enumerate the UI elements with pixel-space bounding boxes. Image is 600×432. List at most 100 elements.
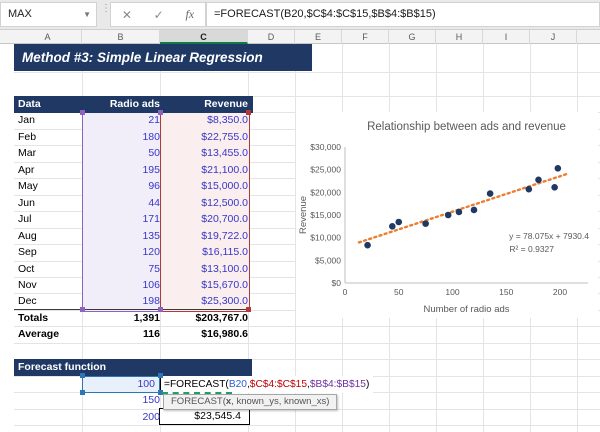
insert-function-icon[interactable]: fx xyxy=(185,7,194,22)
enter-icon[interactable]: ✓ xyxy=(154,8,164,22)
table-cell-month[interactable]: Aug xyxy=(14,228,86,244)
table-cell-radio-ads[interactable]: 171 xyxy=(82,211,165,227)
column-header-G[interactable]: G xyxy=(389,30,436,44)
forecast-section-header[interactable]: Forecast function xyxy=(14,359,252,375)
column-header-A[interactable]: A xyxy=(14,30,82,44)
table-header-radio-ads[interactable]: Radio ads xyxy=(82,96,165,113)
spreadsheet-grid[interactable]: Method #3: Simple Linear Regression Data… xyxy=(0,44,600,432)
range-handle[interactable] xyxy=(158,373,163,378)
table-cell-revenue[interactable]: $13,455.0 xyxy=(160,145,253,161)
column-header-I[interactable]: I xyxy=(483,30,530,44)
forecast-result-cell[interactable]: $23,545.4 xyxy=(159,408,251,426)
column-header-F[interactable]: F xyxy=(342,30,389,44)
data-point xyxy=(395,219,402,226)
column-header-E[interactable]: E xyxy=(295,30,342,44)
range-handle[interactable] xyxy=(80,373,85,378)
table-cell-revenue[interactable]: $21,100.0 xyxy=(160,162,253,178)
table-cell-month[interactable]: Oct xyxy=(14,261,86,277)
data-point xyxy=(535,177,542,184)
data-point xyxy=(555,165,562,172)
range-handle[interactable] xyxy=(80,307,85,312)
range-handle[interactable] xyxy=(80,110,85,115)
range-handle[interactable] xyxy=(80,390,85,395)
table-cell-revenue[interactable]: $8,350.0 xyxy=(160,112,253,128)
function-tooltip: FORECAST(x, known_ys, known_xs) xyxy=(163,394,337,410)
table-cell-radio-ads[interactable]: 21 xyxy=(82,112,165,128)
name-box[interactable]: MAX ▼ xyxy=(0,2,97,27)
table-cell-month[interactable]: Nov xyxy=(14,277,86,293)
column-header-B[interactable]: B xyxy=(82,30,160,44)
table-cell-radio-ads[interactable]: 135 xyxy=(82,228,165,244)
range-handle[interactable] xyxy=(246,110,251,115)
forecast-input-cell-b20[interactable]: 100 xyxy=(82,376,160,393)
table-cell-month[interactable]: Jan xyxy=(14,112,86,128)
table-cell-revenue[interactable]: $12,500.0 xyxy=(160,195,253,211)
table-cell-month[interactable]: Jun xyxy=(14,195,86,211)
table-cell-month[interactable]: May xyxy=(14,178,86,194)
x-axis-title: Number of radio ads xyxy=(423,304,509,315)
table-cell-month[interactable]: Sep xyxy=(14,244,86,260)
table-cell-revenue[interactable]: $15,000.0 xyxy=(160,178,253,194)
x-tick-label: 200 xyxy=(553,287,567,297)
column-header-H[interactable]: H xyxy=(436,30,483,44)
table-cell-revenue[interactable]: $20,700.0 xyxy=(160,211,253,227)
column-header-J[interactable]: J xyxy=(530,30,577,44)
average-label[interactable]: Average xyxy=(14,326,86,342)
column-header-C[interactable]: C xyxy=(160,30,248,44)
formula-part: B20 xyxy=(229,379,247,390)
table-header-data[interactable]: Data xyxy=(14,96,86,113)
y-tick-label: $20,000 xyxy=(310,187,341,197)
data-point xyxy=(389,223,396,230)
x-tick-label: 100 xyxy=(445,287,459,297)
table-cell-radio-ads[interactable]: 75 xyxy=(82,261,165,277)
table-cell-month[interactable]: Dec xyxy=(14,293,86,309)
table-header-revenue[interactable]: Revenue xyxy=(160,96,253,113)
average-revenue[interactable]: $16,980.6 xyxy=(160,326,253,342)
table-cell-revenue[interactable]: $15,670.0 xyxy=(160,277,253,293)
table-cell-radio-ads[interactable]: 106 xyxy=(82,277,165,293)
average-radio-ads[interactable]: 116 xyxy=(82,326,165,342)
column-headers: ABCDEFGHIJ xyxy=(0,30,600,44)
table-cell-radio-ads[interactable]: 195 xyxy=(82,162,165,178)
tooltip-prefix: FORECAST( xyxy=(171,396,226,407)
table-cell-radio-ads[interactable]: 44 xyxy=(82,195,165,211)
x-tick-label: 150 xyxy=(499,287,513,297)
totals-radio-ads[interactable]: 1,391 xyxy=(82,310,165,326)
cancel-icon[interactable]: ✕ xyxy=(122,8,132,22)
data-point xyxy=(551,184,558,191)
x-tick-label: 0 xyxy=(343,287,348,297)
forecast-input-cell[interactable]: 200 xyxy=(82,409,165,425)
y-tick-label: $25,000 xyxy=(310,165,341,175)
formula-input[interactable]: =FORECAST(B20,$C$4:$C$15,$B$4:$B$15) xyxy=(206,2,600,27)
column-header-D[interactable]: D xyxy=(248,30,295,44)
data-point xyxy=(526,186,533,193)
table-cell-month[interactable]: Jul xyxy=(14,211,86,227)
sheet-title-cell[interactable]: Method #3: Simple Linear Regression xyxy=(14,44,312,71)
totals-revenue[interactable]: $203,767.0 xyxy=(160,310,253,326)
name-box-value: MAX xyxy=(8,8,32,20)
name-box-dropdown-icon[interactable]: ▼ xyxy=(83,3,91,26)
table-cell-month[interactable]: Feb xyxy=(14,129,86,145)
table-cell-radio-ads[interactable]: 120 xyxy=(82,244,165,260)
range-handle[interactable] xyxy=(158,110,163,115)
table-cell-revenue[interactable]: $22,755.0 xyxy=(160,129,253,145)
scatter-chart[interactable]: Relationship between ads and revenue$0$5… xyxy=(296,112,598,318)
table-cell-revenue[interactable]: $25,300.0 xyxy=(160,293,253,309)
table-cell-radio-ads[interactable]: 50 xyxy=(82,145,165,161)
table-cell-radio-ads[interactable]: 96 xyxy=(82,178,165,194)
table-cell-radio-ads[interactable]: 198 xyxy=(82,293,165,309)
forecast-input-cell[interactable]: 150 xyxy=(82,392,165,408)
table-cell-revenue[interactable]: $19,722.0 xyxy=(160,228,253,244)
table-cell-month[interactable]: Apr xyxy=(14,162,86,178)
active-formula-cell[interactable]: =FORECAST(B20,$C$4:$C$15,$B$4:$B$15) xyxy=(160,376,373,393)
table-cell-radio-ads[interactable]: 180 xyxy=(82,129,165,145)
table-cell-revenue[interactable]: $13,100.0 xyxy=(160,261,253,277)
range-handle[interactable] xyxy=(158,307,163,312)
table-cell-month[interactable]: Mar xyxy=(14,145,86,161)
totals-label[interactable]: Totals xyxy=(14,310,86,326)
formula-bar: MAX ▼ ⋮ ✕ ✓ fx =FORECAST(B20,$C$4:$C$15,… xyxy=(0,0,600,30)
table-cell-revenue[interactable]: $16,115.0 xyxy=(160,244,253,260)
gridline xyxy=(14,343,600,344)
range-handle[interactable] xyxy=(246,307,251,312)
y-tick-label: $5,000 xyxy=(315,255,341,265)
